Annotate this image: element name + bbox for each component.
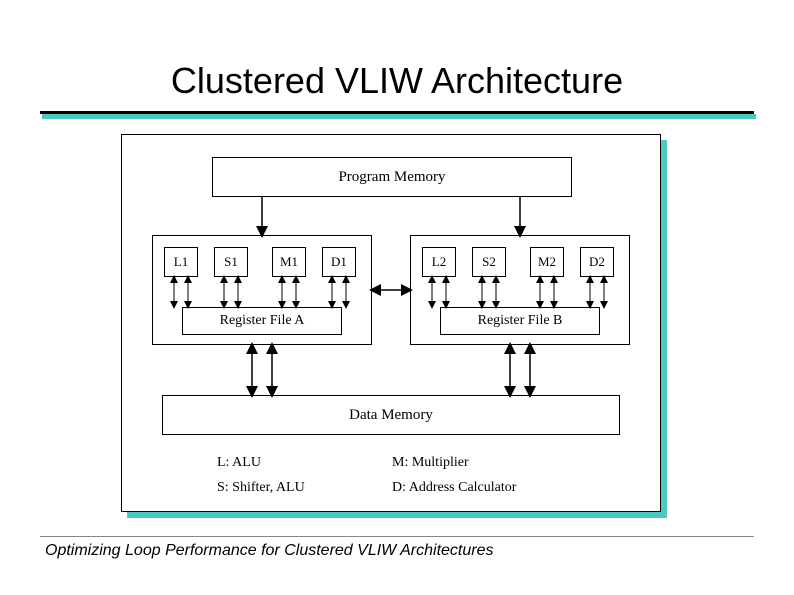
slide: Clustered VLIW Architecture Program Memo… [0, 0, 794, 595]
diagram-arrows [122, 135, 662, 513]
footer-divider [40, 536, 754, 537]
footer-text: Optimizing Loop Performance for Clustere… [45, 542, 493, 560]
slide-title: Clustered VLIW Architecture [40, 60, 754, 102]
architecture-diagram: Program Memory L1 S1 M1 D1 Register File… [127, 140, 667, 520]
title-underline [40, 108, 754, 122]
diagram-paper: Program Memory L1 S1 M1 D1 Register File… [121, 134, 661, 512]
